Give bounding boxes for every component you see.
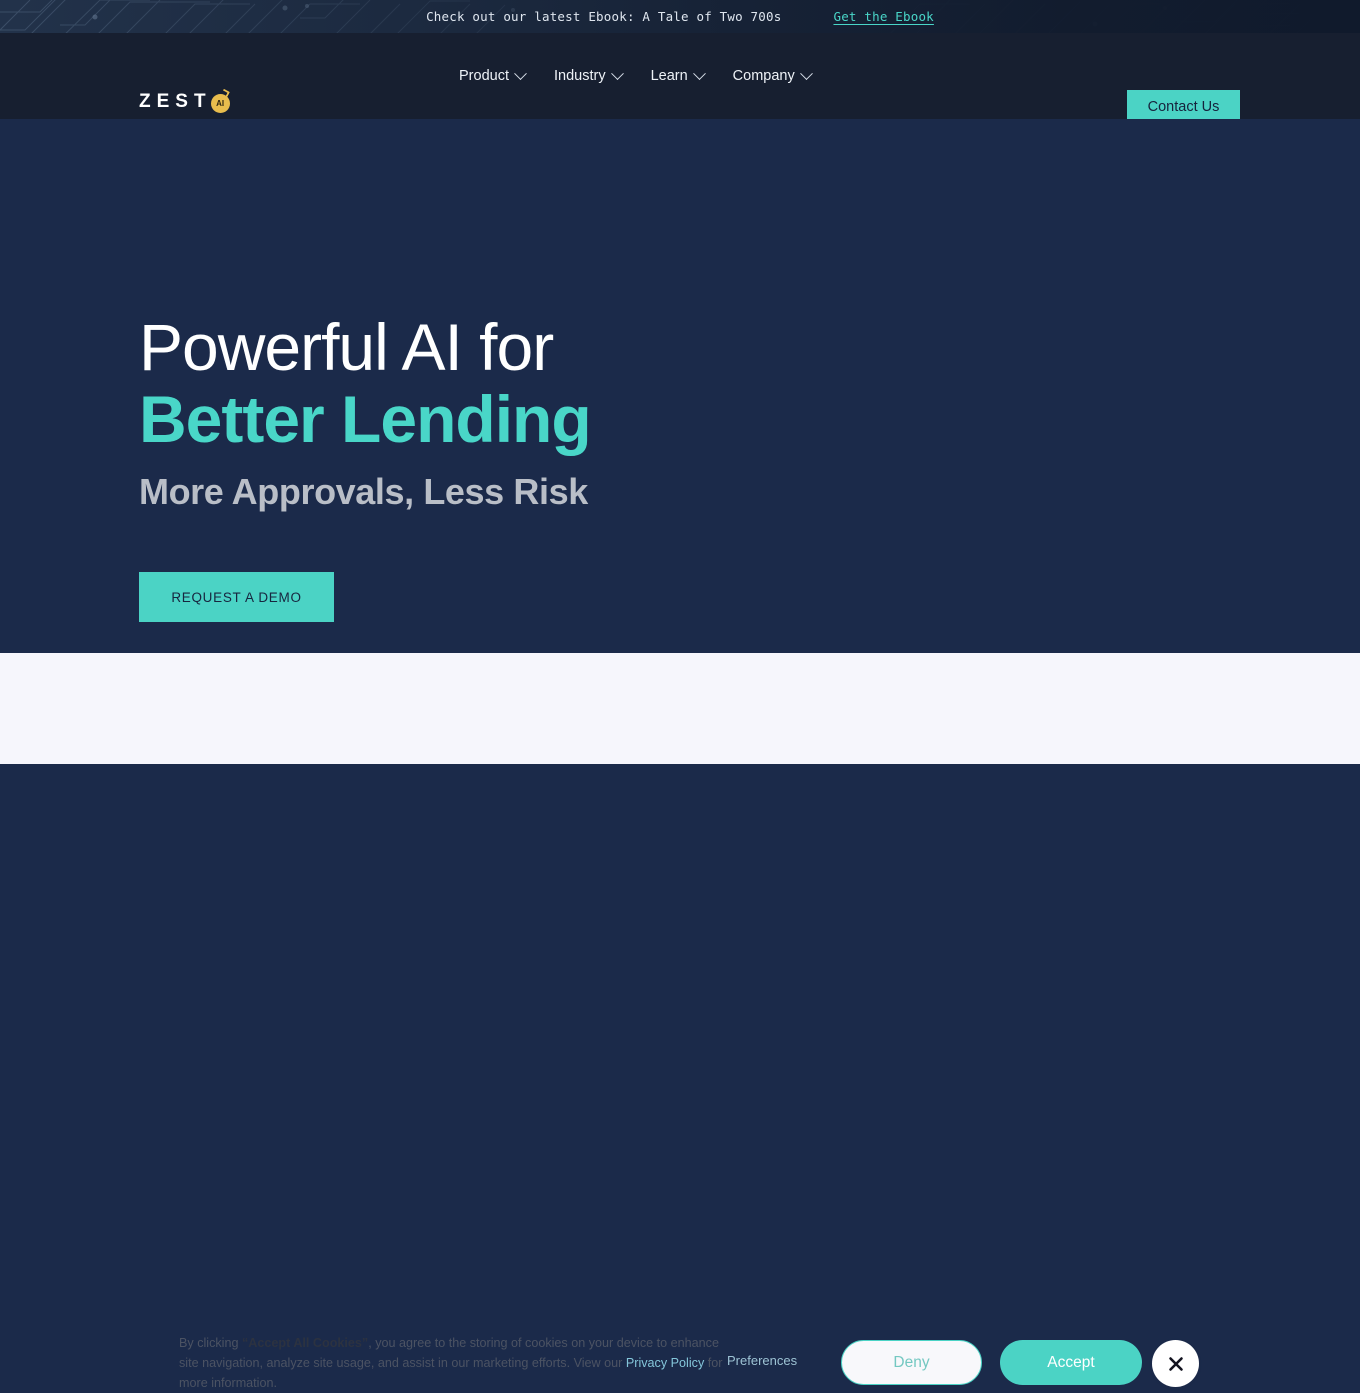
close-icon [1168,1356,1183,1371]
nav-item-product[interactable]: Product [459,66,527,84]
request-a-demo-button[interactable]: REQUEST A DEMO [139,572,334,622]
cookie-text-prefix: By clicking [179,1336,242,1350]
cookie-consent-text: By clicking “Accept All Cookies”, you ag… [179,1334,724,1393]
hero-section: Powerful AI for Better Lending More Appr… [0,119,1360,653]
nav-item-label: Industry [553,68,606,84]
cookie-text-bold: “Accept All Cookies” [242,1336,369,1350]
headline-line-2: Better Lending [139,382,592,457]
cookie-close-button[interactable] [1152,1340,1199,1387]
chevron-down-icon [692,66,706,80]
nav-item-industry[interactable]: Industry [553,66,624,84]
cookie-preferences-button[interactable]: Preferences [727,1353,797,1368]
chevron-down-icon [514,66,527,80]
cookie-accept-button[interactable]: Accept [1000,1340,1142,1385]
zest-ai-logo[interactable]: ZEST AI [139,88,230,113]
chevron-down-icon [799,66,813,80]
logo-wordmark: ZEST [139,91,212,112]
nav-item-label: Learn [650,68,688,84]
site-header: ZEST AI Product Industry Learn Company C… [0,33,1360,123]
announcement-bar: Check out our latest Ebook: A Tale of Tw… [0,0,1360,33]
cookie-deny-button[interactable]: Deny [841,1340,982,1385]
headline-line-1: Powerful AI for [139,310,554,384]
nav-item-label: Product [459,68,509,84]
announcement-text: Check out our latest Ebook: A Tale of Tw… [426,9,782,24]
nav-item-company[interactable]: Company [732,66,813,84]
cookie-consent-banner: By clicking “Accept All Cookies”, you ag… [0,653,1360,1390]
logo-badge-text: AI [210,94,230,113]
page-title: Powerful AI for Better Lending [139,310,592,457]
privacy-policy-link[interactable]: Privacy Policy [626,1356,704,1370]
hero-subheadline: More Approvals, Less Risk [139,471,588,512]
chevron-down-icon [610,66,624,80]
nav-item-label: Company [732,68,795,84]
get-the-ebook-link[interactable]: Get the Ebook [833,9,933,24]
primary-navigation: Product Industry Learn Company [459,33,813,119]
nav-item-learn[interactable]: Learn [650,66,706,84]
logo-lemon-badge-icon: AI [210,88,230,113]
